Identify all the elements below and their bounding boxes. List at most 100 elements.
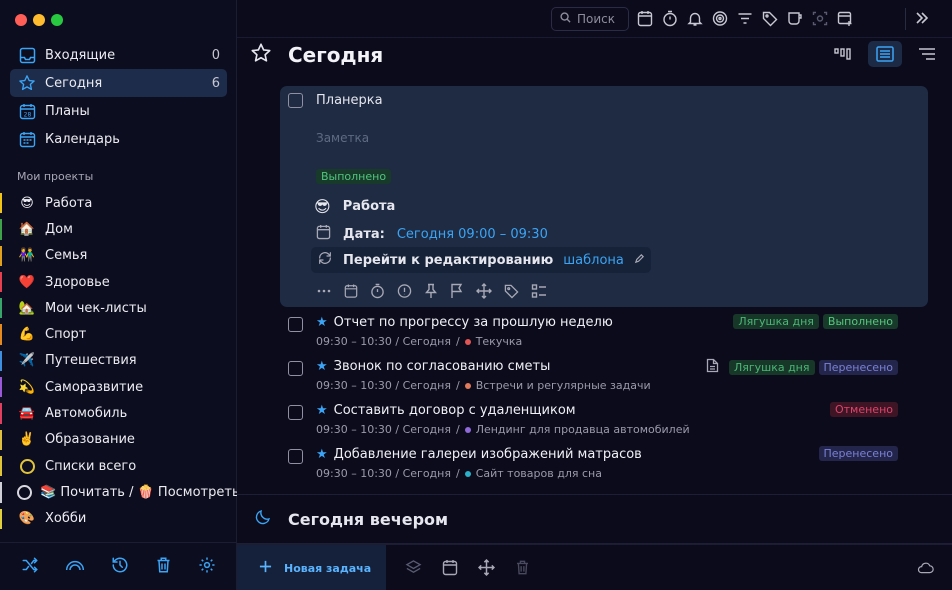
close-window-button[interactable] bbox=[15, 14, 27, 26]
task-row[interactable]: ★ Составить договор с удаленщиком 09:30 – … bbox=[280, 401, 900, 445]
zoom-window-button[interactable] bbox=[51, 14, 63, 26]
task-time: 09:30 – 10:30 / Сегодня bbox=[316, 467, 451, 480]
bottom-actions bbox=[405, 559, 530, 580]
rainbow-icon[interactable] bbox=[65, 556, 85, 578]
star-icon: ★ bbox=[316, 447, 328, 462]
sidebar-project-item[interactable]: 🏡 Мои чек-листы bbox=[0, 295, 237, 321]
task-title[interactable]: Планерка bbox=[316, 93, 383, 108]
star-icon: ★ bbox=[316, 359, 328, 374]
task-row[interactable]: ★ Добавление галереи изображений матрасов… bbox=[280, 445, 900, 489]
sidebar-project-label: Дом bbox=[45, 221, 73, 237]
sidebar-project-label: Саморазвитие bbox=[45, 379, 144, 395]
tag-badge[interactable]: Отменено bbox=[829, 402, 898, 417]
expanded-task-card[interactable]: Планерка Заметка Выполнено 😎 Работа Дата… bbox=[280, 86, 928, 307]
sidebar-project-item[interactable]: 📚 Почитать / 🍿 Посмотреть bbox=[0, 479, 237, 505]
note-field[interactable]: Заметка bbox=[316, 131, 369, 145]
sidebar-item-today[interactable]: Сегодня 6 bbox=[10, 69, 227, 97]
tag-badge[interactable]: Лягушка дня bbox=[733, 314, 819, 329]
calendar-icon[interactable] bbox=[442, 559, 458, 580]
sidebar-project-item[interactable]: 😎 Работа bbox=[0, 190, 237, 216]
tag-icon[interactable] bbox=[762, 10, 778, 27]
sidebar-item-plans[interactable]: 28 Планы bbox=[10, 97, 227, 125]
search-input[interactable]: Поиск bbox=[551, 7, 629, 31]
sidebar-project-item[interactable]: 💫 Саморазвитие bbox=[0, 374, 237, 400]
tag-badge[interactable]: Перенесено bbox=[818, 360, 898, 375]
task-checkbox[interactable] bbox=[288, 361, 303, 376]
task-row[interactable]: ★ Отчет по прогрессу за прошлую неделю 09:… bbox=[280, 313, 900, 357]
task-checkbox[interactable] bbox=[288, 405, 303, 420]
sidebar-item-count: 0 bbox=[211, 47, 220, 63]
date-value[interactable]: Сегодня 09:00 – 09:30 bbox=[397, 227, 548, 242]
sidebar-project-item[interactable]: 🏠 Дом bbox=[0, 216, 237, 242]
sidebar-project-item[interactable]: ✌️ Образование bbox=[0, 427, 237, 453]
date-label: Дата: bbox=[343, 226, 385, 242]
task-checkbox[interactable] bbox=[288, 449, 303, 464]
sidebar-project-item[interactable]: ✈️ Путешествия bbox=[0, 348, 237, 374]
task-date[interactable]: Дата: Сегодня 09:00 – 09:30 bbox=[316, 224, 548, 244]
target-icon[interactable] bbox=[712, 10, 728, 27]
timer-icon[interactable] bbox=[370, 283, 385, 303]
trash-icon[interactable] bbox=[515, 559, 530, 580]
sidebar-project-item[interactable]: 🚘 Автомобиль bbox=[0, 400, 237, 426]
layers-icon[interactable] bbox=[405, 559, 422, 580]
filter-icon[interactable] bbox=[737, 10, 753, 27]
project-list: 😎 Работа 🏠 Дом 👫 Семья ❤️ Здоровье 🏡 Мои чек-лист… bbox=[0, 190, 237, 536]
sidebar-project-item[interactable]: Списки всего bbox=[0, 453, 237, 479]
template-link[interactable]: шаблона bbox=[563, 253, 624, 268]
minimize-window-button[interactable] bbox=[33, 14, 45, 26]
sidebar: Входящие 0 Сегодня 6 28 Планы Календарь … bbox=[0, 0, 237, 590]
sidebar-project-item[interactable]: ❤️ Здоровье bbox=[0, 269, 237, 295]
calendar-icon[interactable] bbox=[637, 10, 653, 27]
focus-icon[interactable] bbox=[812, 10, 828, 27]
tag-badge[interactable]: Выполнено bbox=[822, 314, 898, 329]
project-emoji: 👫 bbox=[18, 248, 36, 264]
trash-icon[interactable] bbox=[155, 556, 172, 578]
calendar-icon[interactable] bbox=[344, 283, 358, 303]
shuffle-icon[interactable] bbox=[21, 556, 39, 578]
chevrons-right-icon[interactable] bbox=[915, 10, 929, 30]
checklist-icon[interactable] bbox=[531, 283, 547, 303]
move-icon[interactable] bbox=[476, 283, 492, 303]
history-icon[interactable] bbox=[111, 556, 129, 578]
search-icon bbox=[560, 12, 571, 26]
sort-icon[interactable] bbox=[910, 41, 944, 67]
evening-section-header[interactable]: Сегодня вечером bbox=[254, 508, 448, 530]
star-outline-icon[interactable] bbox=[250, 42, 272, 68]
pin-icon[interactable] bbox=[424, 283, 438, 303]
cup-icon[interactable] bbox=[787, 10, 803, 27]
task-checkbox[interactable] bbox=[288, 317, 303, 332]
task-project[interactable]: 😎 Работа bbox=[314, 197, 395, 216]
tag-badge[interactable]: Перенесено bbox=[818, 446, 898, 461]
calendar-28-icon: 28 bbox=[17, 101, 37, 121]
page-title: Сегодня bbox=[288, 43, 384, 67]
sidebar-item-inbox[interactable]: Входящие 0 bbox=[10, 41, 227, 69]
flag-icon[interactable] bbox=[450, 283, 464, 303]
project-dot bbox=[464, 382, 471, 389]
list-view-button[interactable] bbox=[868, 41, 902, 67]
gear-icon[interactable] bbox=[198, 556, 216, 578]
sidebar-nav: Входящие 0 Сегодня 6 28 Планы Календарь bbox=[10, 41, 227, 153]
priority-icon[interactable] bbox=[397, 283, 412, 303]
project-emoji: 🏡 bbox=[18, 300, 36, 316]
template-edit-row[interactable]: Перейти к редактированию шаблона bbox=[311, 247, 651, 273]
tag-badge[interactable]: Лягушка дня bbox=[728, 360, 815, 375]
timer-icon[interactable] bbox=[662, 10, 678, 27]
status-badge[interactable]: Выполнено bbox=[316, 169, 392, 184]
tag-icon[interactable] bbox=[504, 283, 519, 303]
separator: / bbox=[455, 335, 460, 348]
board-view-button[interactable] bbox=[826, 41, 860, 67]
bell-icon[interactable] bbox=[687, 10, 703, 27]
project-emoji: ✌️ bbox=[18, 432, 36, 448]
sidebar-item-calendar[interactable]: Календарь bbox=[10, 125, 227, 153]
task-checkbox[interactable] bbox=[288, 93, 303, 108]
new-task-button[interactable]: Новая задача bbox=[237, 545, 386, 590]
sidebar-project-item[interactable]: 🎨 Хобби bbox=[0, 506, 237, 532]
task-row[interactable]: ★ Звонок по согласованию сметы 09:30 – 10:… bbox=[280, 357, 900, 401]
task-actions bbox=[316, 283, 547, 303]
more-icon[interactable] bbox=[316, 283, 332, 303]
sidebar-project-item[interactable]: 👫 Семья bbox=[0, 243, 237, 269]
cloud-sync-icon[interactable] bbox=[917, 561, 934, 578]
sidebar-project-item[interactable]: 💪 Спорт bbox=[0, 321, 237, 347]
add-window-icon[interactable] bbox=[837, 10, 853, 27]
move-icon[interactable] bbox=[478, 559, 495, 580]
